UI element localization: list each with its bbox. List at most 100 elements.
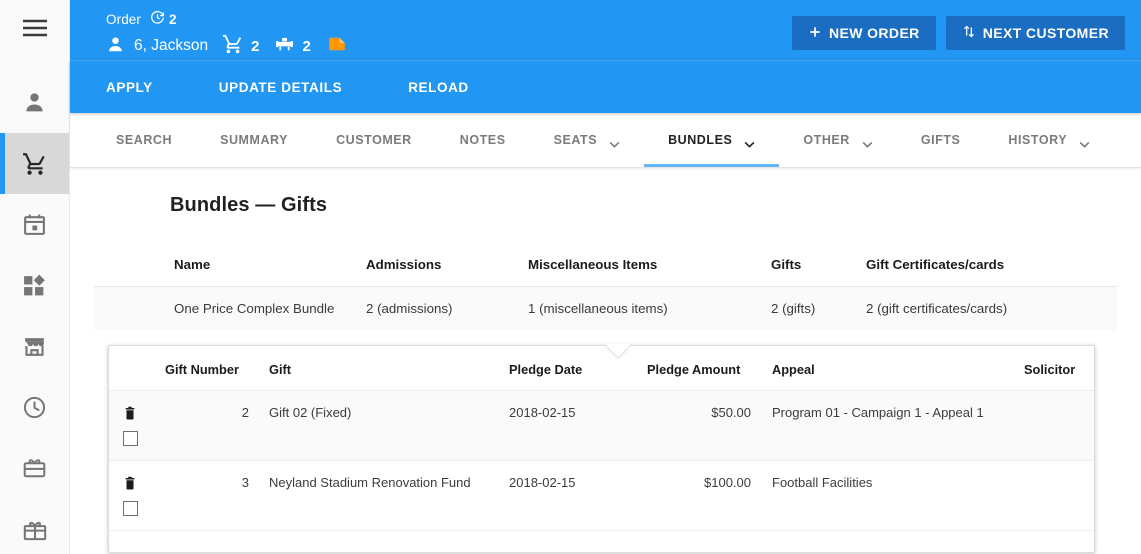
select-row-checkbox[interactable] [123,501,138,516]
tab-notes[interactable]: NOTES [436,113,530,167]
order-detail-row: 6, Jackson 2 2 [106,33,348,59]
tab-customer[interactable]: CUSTOMER [312,113,436,167]
sidebar-item-menu[interactable] [0,0,69,56]
sidebar-item-history[interactable] [0,377,69,438]
new-order-button[interactable]: NEW ORDER [791,16,936,50]
menu-icon [22,19,48,37]
dashboard-icon [22,273,47,298]
tab-gifts[interactable]: GIFTS [897,113,985,167]
cell-gift: Neyland Stadium Renovation Fund [257,460,509,531]
cell-pledge-amount: $50.00 [647,390,759,461]
cell-appeal: Football Facilities [759,460,1024,531]
plus-icon [808,25,822,42]
col-name: Name [94,257,366,287]
panel-notch-arrow [605,344,631,357]
delete-gift-button[interactable] [123,405,137,422]
order-label: Order [106,11,142,27]
tab-bundles[interactable]: BUNDLES [644,113,780,167]
trash-icon [123,406,137,425]
tab-search[interactable]: SEARCH [92,113,196,167]
cell-pledge-amount: $100.00 [647,460,759,531]
bundle-table-head: Name Admissions Miscellaneous Items Gift… [94,257,1117,287]
row-action-group [123,475,165,516]
gift-panel-scroll[interactable]: Gift Number Gift Pledge Date Pledge Amou… [109,346,1094,552]
col-solicitor: Solicitor [1024,346,1094,391]
sidebar-item-calendar[interactable] [0,194,69,255]
cell-gift-number: 2 [165,390,257,461]
tab-other[interactable]: OTHER [779,113,897,167]
col-miscellaneous: Miscellaneous Items [528,257,771,287]
sidebar-item-gift-cards[interactable] [0,438,69,499]
cell-admissions: 2 (admissions) [366,286,528,331]
cell-miscellaneous: 1 (miscellaneous items) [528,286,771,331]
tab-summary[interactable]: SUMMARY [196,113,312,167]
order-timer: 2 [150,10,177,28]
chevron-down-icon [744,137,755,148]
col-admissions: Admissions [366,257,528,287]
col-gift: Gift [257,346,509,391]
cell-certificates: 2 (gift certificates/cards) [866,286,1117,331]
col-gifts: Gifts [771,257,866,287]
table-row[interactable]: 3 Neyland Stadium Renovation Fund 2018-0… [109,460,1094,531]
table-row[interactable]: 2 Gift 02 (Fixed) 2018-02-15 $50.00 Prog… [109,390,1094,461]
trash-icon [123,476,137,495]
next-customer-label: NEXT CUSTOMER [982,25,1109,41]
store-icon [22,334,47,359]
table-row[interactable]: One Price Complex Bundle 2 (admissions) … [94,286,1117,331]
swap-vert-icon [962,24,976,42]
update-details-button[interactable]: UPDATE DETAILS [219,80,376,95]
cell-gifts: 2 (gifts) [771,286,866,331]
gift-panel-wrapper: Gift Number Gift Pledge Date Pledge Amou… [108,344,1095,553]
delete-gift-button[interactable] [123,475,137,492]
cell-bundle-name: One Price Complex Bundle [94,286,366,331]
reload-button[interactable]: RELOAD [408,80,503,95]
tab-history[interactable]: HISTORY [984,113,1114,167]
sidebar-item-store[interactable] [0,316,69,377]
seat-count: 2 [302,37,311,55]
order-header-actions: NEW ORDER NEXT CUSTOMER [791,6,1125,50]
new-order-label: NEW ORDER [828,25,920,41]
order-summary: Order 2 6, Jackson 2 2 [106,6,348,59]
gift-table-head: Gift Number Gift Pledge Date Pledge Amou… [109,346,1094,391]
apply-button[interactable]: APPLY [106,80,187,95]
gift-detail-panel: Gift Number Gift Pledge Date Pledge Amou… [108,345,1095,553]
timer-count: 2 [169,11,177,27]
cell-row-actions [109,390,165,461]
sidebar-item-orders[interactable] [0,133,69,194]
cell-solicitor [1024,390,1094,461]
customer-name: 6, Jackson [134,37,209,54]
cell-appeal: Program 01 - Campaign 1 - Appeal 1 [759,390,1024,461]
next-customer-button[interactable]: NEXT CUSTOMER [945,16,1125,50]
cart-icon [21,151,49,177]
chevron-down-icon [609,137,620,148]
giftcard-icon [22,456,47,481]
bundle-table-body: One Price Complex Bundle 2 (admissions) … [94,286,1117,331]
col-actions [109,346,165,391]
tab-label: SEARCH [116,133,173,147]
sidebar-item-customers[interactable] [0,72,69,133]
order-title-row: Order 2 [106,10,348,28]
timer-icon [150,10,165,28]
calendar-icon [22,212,47,237]
page-title: Bundles — Gifts [170,194,328,216]
cell-row-actions [109,460,165,531]
customer-avatar-icon [106,35,125,58]
seat-icon [274,34,295,59]
sidebar-item-gifts[interactable] [0,499,69,554]
action-bar: APPLY UPDATE DETAILS RELOAD [70,60,1141,113]
row-action-group [123,405,165,446]
col-gift-number: Gift Number [165,346,257,391]
gift-table-body: 2 Gift 02 (Fixed) 2018-02-15 $50.00 Prog… [109,390,1094,531]
gift-icon [22,517,48,543]
tab-label: SUMMARY [220,133,289,147]
cell-solicitor [1024,460,1094,531]
chevron-down-icon [1079,137,1090,148]
sidebar-item-dashboard[interactable] [0,255,69,316]
tab-label: NOTES [459,133,506,147]
gift-table-header-row: Gift Number Gift Pledge Date Pledge Amou… [109,346,1094,391]
tab-label: CUSTOMER [336,133,412,147]
bundle-table: Name Admissions Miscellaneous Items Gift… [94,257,1117,331]
note-document-icon[interactable] [326,33,348,59]
tab-seats[interactable]: SEATS [530,113,645,167]
select-row-checkbox[interactable] [123,431,138,446]
